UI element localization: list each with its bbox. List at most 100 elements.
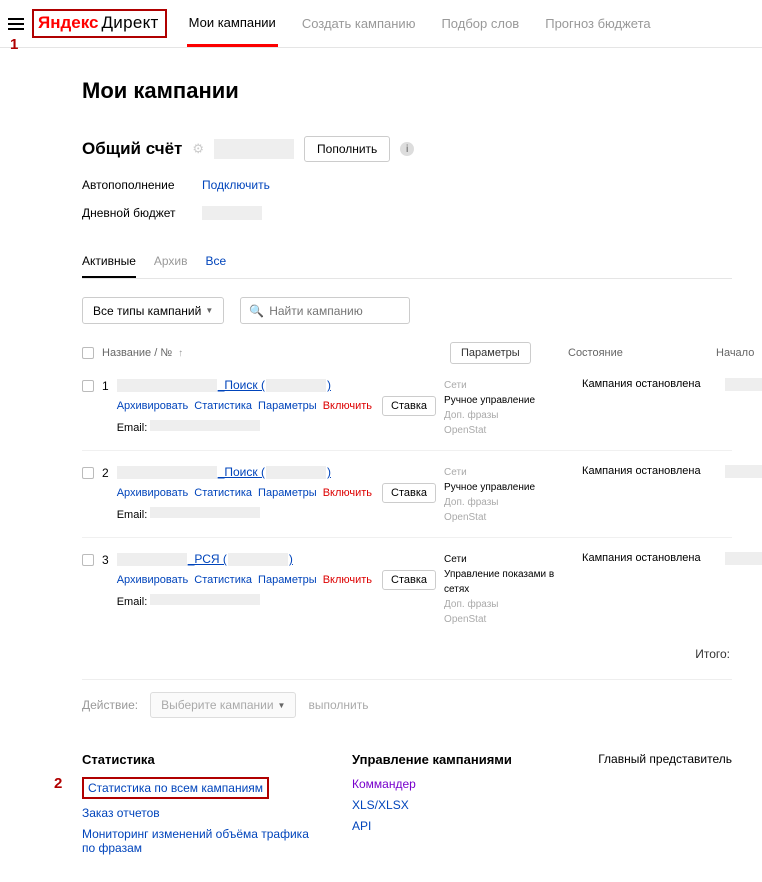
row-number: 3 [102, 552, 109, 627]
th-start: Начало [716, 347, 754, 359]
daily-budget-row: Дневной бюджет [82, 206, 732, 220]
campaign-suffix-link[interactable]: _Поиск ( [218, 465, 265, 479]
params-link[interactable]: Параметры [258, 574, 317, 586]
archive-link[interactable]: Архивировать [117, 400, 189, 412]
enable-link[interactable]: Включить [323, 487, 372, 499]
campaign-suffix-close: ) [327, 465, 331, 479]
logo[interactable]: Яндекс Директ [32, 9, 167, 38]
main-rep-link[interactable]: Главный представитель [598, 752, 732, 766]
tab-active[interactable]: Активные [82, 254, 136, 278]
email-label: Email: [117, 422, 148, 434]
search-icon: 🔍 [249, 304, 264, 318]
campaign-name-redacted [117, 379, 217, 392]
bulk-exec-button[interactable]: выполнить [308, 698, 368, 712]
search-wrap: 🔍 [240, 297, 410, 324]
footer-manage-heading: Управление кампаниями [352, 752, 532, 767]
row-number: 1 [102, 378, 109, 438]
campaign-suffix-close: ) [327, 378, 331, 392]
campaign-name-redacted [117, 553, 187, 566]
reports-link[interactable]: Заказ отчетов [82, 806, 312, 820]
row-checkbox[interactable] [82, 380, 94, 392]
total-row: Итого: [82, 639, 732, 679]
th-params-button[interactable]: Параметры [450, 342, 531, 364]
row-state: Кампания остановлена [582, 465, 717, 525]
bulk-select-label: Выберите кампании [161, 698, 273, 712]
row-params: СетиУправление показами в сетяхДоп. фраз… [444, 552, 574, 627]
monitoring-link[interactable]: Мониторинг изменений объёма трафика по ф… [82, 827, 312, 855]
campaign-suffix-link[interactable]: _РСЯ ( [188, 552, 227, 566]
row-params: СетиРучное управлениеДоп. фразыOpenStat [444, 378, 574, 438]
gear-icon[interactable]: ⚙ [192, 141, 204, 157]
rate-button[interactable]: Ставка [382, 483, 436, 503]
footer-stats-heading: Статистика [82, 752, 312, 767]
footer-manage-col: Управление кампаниями Коммандер XLS/XLSX… [352, 752, 532, 862]
params-link[interactable]: Параметры [258, 400, 317, 412]
account-balance-redacted [214, 139, 294, 159]
enable-link[interactable]: Включить [323, 574, 372, 586]
campaign-tabs: Активные Архив Все [82, 254, 732, 279]
page-title: Мои кампании [82, 78, 732, 104]
main-nav: Мои кампании Создать кампанию Подбор сло… [187, 0, 653, 47]
row-state: Кампания остановлена [582, 378, 717, 438]
nav-budget[interactable]: Прогноз бюджета [543, 0, 652, 47]
enable-link[interactable]: Включить [323, 400, 372, 412]
archive-link[interactable]: Архивировать [117, 574, 189, 586]
row-start [725, 378, 762, 438]
auto-refill-link[interactable]: Подключить [202, 178, 270, 192]
campaign-type-dropdown[interactable]: Все типы кампаний ▼ [82, 297, 224, 324]
stats-link[interactable]: Статистика [194, 574, 252, 586]
campaign-suffix-link[interactable]: _Поиск ( [218, 378, 265, 392]
rate-button[interactable]: Ставка [382, 396, 436, 416]
row-checkbox[interactable] [82, 554, 94, 566]
campaign-type-label: Все типы кампаний [93, 304, 201, 318]
tab-archive[interactable]: Архив [154, 254, 188, 278]
main-content: Мои кампании Общий счёт ⚙ Пополнить i Ав… [0, 48, 762, 728]
archive-link[interactable]: Архивировать [117, 487, 189, 499]
row-checkbox[interactable] [82, 467, 94, 479]
sort-icon: ↑ [178, 348, 183, 359]
campaign-id-redacted [228, 553, 288, 566]
stats-link[interactable]: Статистика [194, 400, 252, 412]
search-input[interactable] [269, 304, 401, 318]
burger-icon[interactable] [8, 18, 24, 30]
chevron-down-icon: ▼ [278, 701, 286, 710]
th-name[interactable]: Название / № ↑ [102, 347, 442, 359]
stats-link[interactable]: Статистика [194, 487, 252, 499]
nav-create[interactable]: Создать кампанию [300, 0, 418, 47]
start-date-redacted [725, 378, 762, 391]
row-state: Кампания остановлена [582, 552, 717, 627]
table-header: Название / № ↑ Параметры Состояние Начал… [82, 342, 732, 364]
commander-link[interactable]: Коммандер [352, 777, 532, 791]
campaign-id-redacted [266, 379, 326, 392]
refill-button[interactable]: Пополнить [304, 136, 390, 162]
select-all-checkbox[interactable] [82, 347, 94, 359]
start-date-redacted [725, 465, 762, 478]
api-link[interactable]: API [352, 819, 532, 833]
logo-product: Директ [101, 13, 158, 33]
stats-all-link[interactable]: Статистика по всем кампаниям [88, 781, 263, 795]
email-label: Email: [117, 509, 148, 521]
rate-button[interactable]: Ставка [382, 570, 436, 590]
daily-budget-redacted [202, 206, 262, 220]
table-row: 3 _РСЯ () Архивировать Статистика Параметры В… [82, 552, 732, 639]
footer-stats-col: Статистика 2 Статистика по всем кампания… [82, 752, 312, 862]
xls-link[interactable]: XLS/XLSX [352, 798, 532, 812]
campaign-suffix-close: ) [289, 552, 293, 566]
email-redacted [150, 594, 260, 605]
tab-all[interactable]: Все [206, 254, 227, 278]
bulk-action-row: Действие: Выберите кампании ▼ выполнить [82, 679, 732, 718]
table-row: 1 _Поиск () Архивировать Статистика Параметр… [82, 378, 732, 451]
nav-my-campaigns[interactable]: Мои кампании [187, 0, 278, 47]
info-icon[interactable]: i [400, 142, 414, 156]
th-state: Состояние [568, 347, 708, 359]
email-redacted [150, 420, 260, 431]
row-start [725, 552, 762, 627]
bulk-label: Действие: [82, 698, 138, 712]
top-header: Яндекс Директ 1 Мои кампании Создать кам… [0, 0, 762, 48]
bulk-select-dropdown[interactable]: Выберите кампании ▼ [150, 692, 296, 718]
params-link[interactable]: Параметры [258, 487, 317, 499]
nav-words[interactable]: Подбор слов [439, 0, 521, 47]
filter-row: Все типы кампаний ▼ 🔍 [82, 297, 732, 324]
annotation-marker-2: 2 [54, 775, 62, 792]
daily-budget-label: Дневной бюджет [82, 206, 202, 220]
